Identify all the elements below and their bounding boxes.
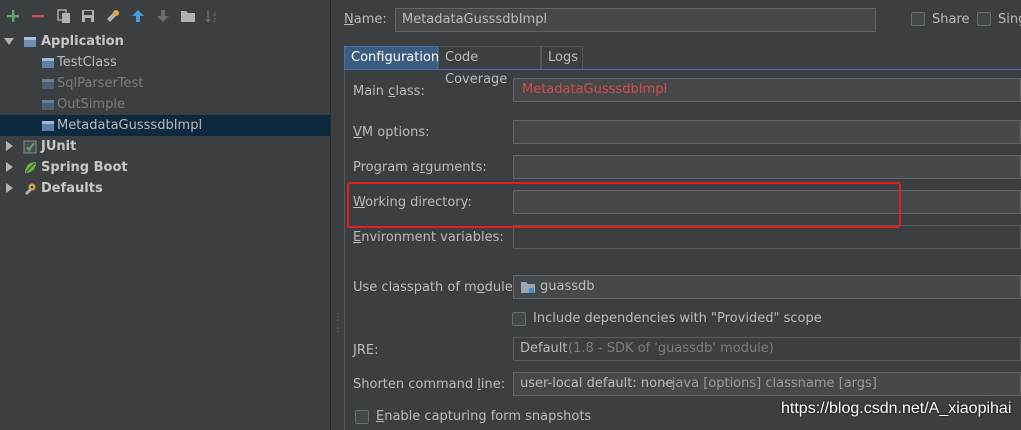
copy-icon[interactable]: [56, 8, 72, 24]
single-instance-label: Sing: [998, 12, 1021, 27]
tree-node-label: JUnit: [41, 139, 77, 154]
main-class-label: Main class:: [353, 84, 425, 99]
chevron-right-icon[interactable]: [5, 141, 15, 151]
vm-options-field[interactable]: [513, 120, 1021, 144]
tree-node-label: Defaults: [41, 181, 103, 196]
folder-icon[interactable]: [180, 8, 196, 24]
application-config-icon: [42, 121, 54, 131]
tab-label: Configuration: [351, 50, 440, 65]
chevron-right-icon[interactable]: [5, 183, 15, 193]
classpath-module-label: Use classpath of module:: [353, 280, 518, 295]
remove-icon[interactable]: [30, 8, 46, 24]
edit-defaults-icon[interactable]: [105, 8, 121, 24]
classpath-module-select[interactable]: guassdb: [513, 275, 1021, 299]
save-icon[interactable]: [80, 8, 96, 24]
share-checkbox[interactable]: [911, 12, 925, 26]
name-field-value: MetadataGusssdbImpl: [402, 12, 548, 27]
tree-node-junit[interactable]: JUnit: [0, 136, 330, 157]
application-config-icon: [42, 58, 54, 68]
classpath-module-value: guassdb: [540, 279, 595, 294]
annotation-highlight-box: [347, 182, 901, 228]
snapshots-checkbox[interactable]: [355, 410, 369, 424]
tree-item-metadatagusssdbimpl[interactable]: MetadataGusssdbImpl: [0, 115, 330, 136]
junit-icon: [23, 140, 37, 154]
jre-select[interactable]: Default (1.8 - SDK of 'guassdb' module): [513, 337, 1021, 361]
tab-code-coverage[interactable]: Code Coverage: [438, 46, 541, 87]
environment-variables-label: Environment variables:: [353, 230, 504, 245]
module-folder-icon: [521, 282, 535, 293]
program-arguments-field[interactable]: [513, 155, 1021, 179]
vm-options-label: VM options:: [353, 125, 430, 140]
application-config-icon: [42, 100, 54, 110]
share-label: Share: [932, 12, 970, 27]
name-field[interactable]: MetadataGusssdbImpl: [395, 8, 876, 32]
tree-node-defaults[interactable]: Defaults: [0, 178, 330, 199]
tab-logs[interactable]: Logs: [541, 46, 583, 70]
tab-label: Logs: [548, 50, 578, 65]
tree-item-label: SqlParserTest: [57, 76, 144, 91]
tree-node-label: Application: [41, 34, 124, 49]
defaults-wrench-icon: [25, 183, 36, 195]
watermark-text: https://blog.csdn.net/A_xiaopihai: [781, 400, 1012, 417]
tree-node-spring-boot[interactable]: Spring Boot: [0, 157, 330, 178]
application-config-icon: [42, 79, 54, 89]
tree-node-label: Spring Boot: [41, 160, 128, 175]
main-class-value: MetadataGusssdbImpl: [522, 82, 668, 97]
shorten-value: user-local default: none: [520, 376, 674, 391]
include-deps-checkbox[interactable]: [512, 312, 526, 326]
tree-item-label: MetadataGusssdbImpl: [57, 118, 203, 133]
jre-detail: (1.8 - SDK of 'guassdb' module): [568, 341, 774, 356]
shorten-command-line-select[interactable]: user-local default: none - java [options…: [513, 372, 1021, 396]
tree-item-testclass[interactable]: TestClass: [0, 52, 330, 73]
jre-value: Default: [520, 341, 568, 356]
tree-item-sqlparsertest[interactable]: SqlParserTest: [0, 73, 330, 94]
svg-text:z: z: [213, 17, 216, 23]
tree-item-outsimple[interactable]: OutSimple: [0, 94, 330, 115]
tree-item-label: TestClass: [57, 55, 117, 70]
snapshots-label: Enable capturing form snapshots: [376, 409, 592, 424]
move-down-icon[interactable]: [155, 8, 171, 24]
main-class-field[interactable]: MetadataGusssdbImpl: [513, 78, 1021, 102]
add-icon[interactable]: [5, 8, 21, 24]
program-arguments-label: Program arguments:: [353, 160, 487, 175]
chevron-right-icon[interactable]: [5, 162, 15, 172]
spring-boot-icon: [25, 162, 36, 173]
tab-configuration[interactable]: Configuration: [344, 46, 440, 70]
run-config-tree-panel: az Application TestClass SqlParserTest O…: [0, 0, 331, 430]
tree-node-application[interactable]: Application: [0, 31, 330, 52]
application-icon: [24, 37, 36, 47]
single-instance-checkbox[interactable]: [977, 12, 991, 26]
name-label: Name:: [344, 12, 387, 27]
tree-toolbar: az: [0, 0, 331, 31]
jre-label: JRE:: [353, 343, 379, 358]
environment-variables-field[interactable]: [513, 225, 1021, 249]
tree-item-label: OutSimple: [57, 97, 125, 112]
chevron-down-icon[interactable]: [4, 37, 14, 47]
sort-icon[interactable]: az: [205, 8, 221, 24]
move-up-icon[interactable]: [130, 8, 146, 24]
shorten-detail: - java [options] classname [args]: [663, 376, 877, 391]
shorten-command-line-label: Shorten command line:: [353, 377, 506, 392]
include-deps-label: Include dependencies with "Provided" sco…: [533, 311, 822, 326]
